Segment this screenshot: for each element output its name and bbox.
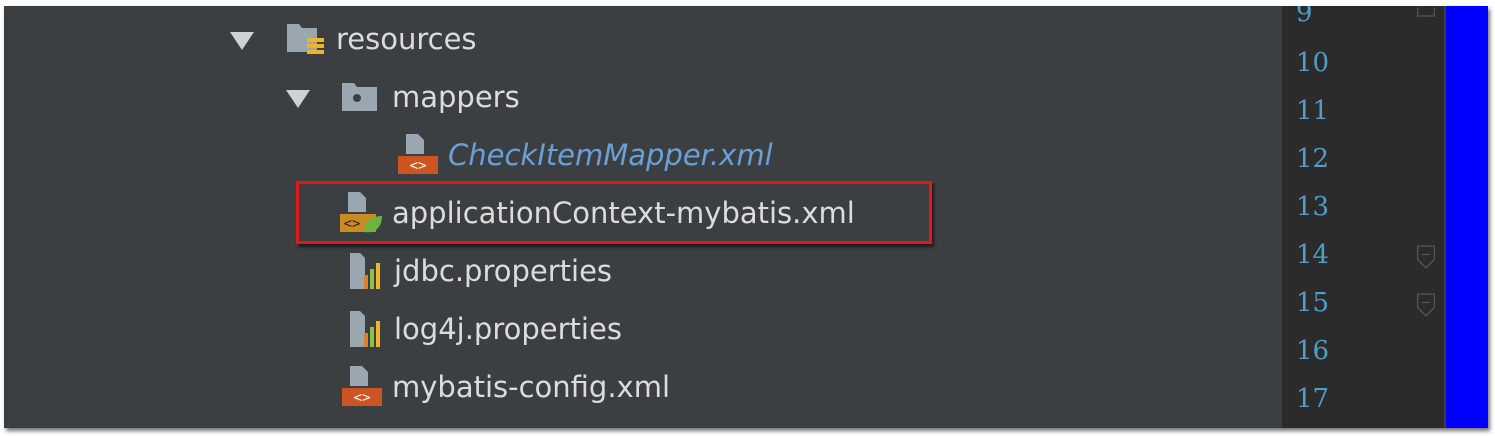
line-number: 16 (1296, 336, 1330, 366)
line-number: 13 (1296, 192, 1330, 222)
svg-text:<>: <> (354, 390, 371, 406)
fold-marker-icon[interactable] (1416, 290, 1436, 320)
highlight-box (296, 181, 932, 244)
tree-item-label: jdbc.properties (394, 254, 613, 288)
tree-item-resources[interactable]: resources (4, 14, 704, 64)
package-folder-icon (342, 83, 377, 111)
tree-item-mybatis-config-xml[interactable]: <> mybatis-config.xml (4, 362, 804, 412)
tree-item-label: log4j.properties (394, 312, 622, 346)
tree-item-mappers[interactable]: mappers (4, 72, 704, 122)
fold-marker-icon[interactable] (1416, 242, 1436, 272)
tree-item-jdbc-properties[interactable]: jdbc.properties (4, 246, 804, 296)
tree-item-label: CheckItemMapper.xml (448, 138, 773, 172)
tree-item-log4j-properties[interactable]: log4j.properties (4, 304, 804, 354)
line-number: 17 (1296, 384, 1330, 414)
svg-text:<>: <> (410, 158, 427, 174)
xml-file-icon: <> (398, 134, 438, 174)
fold-marker-icon[interactable] (1416, 6, 1436, 26)
expand-arrow-icon[interactable] (230, 32, 254, 50)
ide-window: resources mappers <> CheckItemMapper.xml (4, 6, 1488, 428)
line-number: 14 (1296, 240, 1330, 270)
tree-item-label: mappers (392, 80, 520, 114)
expand-arrow-icon[interactable] (286, 90, 310, 108)
properties-file-icon (350, 253, 380, 289)
xml-file-icon: <> (342, 366, 382, 406)
line-number: 9 (1296, 6, 1313, 28)
line-number: 11 (1296, 96, 1330, 126)
line-number: 12 (1296, 144, 1330, 174)
tree-item-checkitemmapper-xml[interactable]: <> CheckItemMapper.xml (4, 130, 804, 180)
properties-file-icon (350, 311, 380, 347)
scrollbar[interactable] (1446, 6, 1488, 428)
tree-item-label: mybatis-config.xml (392, 370, 671, 404)
tree-item-label: resources (336, 22, 477, 56)
line-number: 15 (1296, 288, 1330, 318)
resources-folder-icon (287, 24, 324, 54)
line-number: 10 (1296, 48, 1330, 78)
project-tree: resources mappers <> CheckItemMapper.xml (4, 6, 1282, 428)
line-number-gutter: 9 10 11 12 13 14 15 16 17 (1282, 6, 1444, 428)
